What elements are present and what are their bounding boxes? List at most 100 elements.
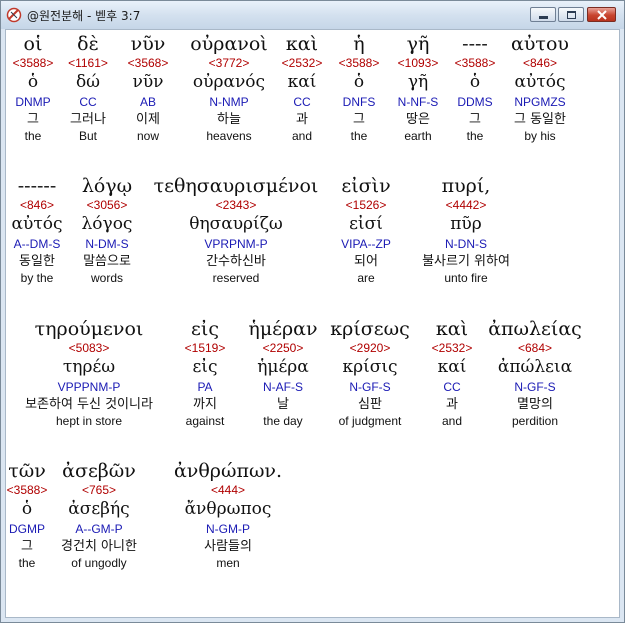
word-cell[interactable]: καὶ <2532> καί CC 과 and bbox=[282, 32, 323, 144]
word-cell[interactable]: δὲ <1161> δώ CC 그러나 But bbox=[68, 32, 108, 144]
korean-gloss: 날 bbox=[277, 397, 289, 412]
parsing-code: CC bbox=[79, 95, 97, 109]
word-cell[interactable]: ------ <846> αὐτός A--DM-S 동일한 by the bbox=[12, 174, 63, 286]
lemma: αὐτός bbox=[11, 214, 63, 234]
korean-gloss: 그 bbox=[353, 112, 365, 127]
parsing-code: N-DN-S bbox=[444, 237, 487, 251]
greek-word: τῶν bbox=[8, 460, 46, 482]
parsing-code: CC bbox=[443, 380, 461, 394]
close-button[interactable] bbox=[587, 7, 616, 22]
word-cell[interactable]: τηρούμενοι <5083> τηρέω VPPPNM-P 보존하여 두신 것이니… bbox=[25, 317, 153, 429]
greek-word: λόγῳ bbox=[81, 175, 133, 197]
greek-word: ἡμέραν bbox=[248, 318, 318, 340]
korean-gloss: 까지 bbox=[193, 397, 217, 412]
strong-number: <3588> bbox=[454, 56, 496, 70]
lemma: καί bbox=[437, 357, 467, 377]
korean-gloss: 사람들의 bbox=[204, 539, 252, 554]
word-cell[interactable]: εἰς <1519> εἰς PA 까지 against bbox=[185, 317, 226, 429]
title-bar[interactable]: @원전분해 - 벧후 3:7 bbox=[1, 1, 624, 29]
word-cell[interactable]: ἡμέραν <2250> ἡμέρα N-AF-S 날 the day bbox=[248, 317, 317, 429]
lemma: εἰς bbox=[192, 357, 218, 377]
strong-number: <846> bbox=[522, 56, 558, 70]
greek-word: νῦν bbox=[130, 33, 166, 55]
word-cell[interactable]: κρίσεως <2920> κρίσις N-GF-S 심판 of judgment bbox=[330, 317, 409, 429]
english-gloss: the bbox=[466, 129, 484, 143]
parsing-code: DDMS bbox=[457, 95, 493, 109]
word-cell[interactable]: οὐρανοὶ <3772> οὐρανός N-NMP 하늘 heavens bbox=[190, 32, 267, 144]
english-gloss: against bbox=[185, 414, 225, 428]
strong-number: <3588> bbox=[12, 56, 54, 70]
strong-number: <1519> bbox=[184, 341, 226, 355]
lemma: ἀσεβής bbox=[68, 499, 130, 519]
strong-number: <4442> bbox=[445, 198, 487, 212]
korean-gloss: 그 bbox=[27, 112, 39, 127]
strong-number: <3568> bbox=[127, 56, 169, 70]
english-gloss: of ungodly bbox=[71, 556, 127, 570]
strong-number: <1526> bbox=[345, 198, 387, 212]
greek-word: ἡ bbox=[353, 33, 365, 55]
english-gloss: the bbox=[24, 129, 42, 143]
english-gloss: earth bbox=[404, 129, 432, 143]
strong-number: <2250> bbox=[262, 341, 304, 355]
word-cell[interactable]: πυρί, <4442> πῦρ N-DN-S 불사르기 위하여 unto fire bbox=[422, 174, 510, 286]
word-cell[interactable]: ἀνθρώπων. <444> ἄνθρωπος N-GM-P 사람들의 men bbox=[174, 459, 282, 571]
english-gloss: now bbox=[136, 129, 159, 143]
word-cell[interactable]: τῶν <3588> ὁ DGMP 그 the bbox=[7, 459, 48, 571]
lemma: γῆ bbox=[407, 72, 429, 92]
parsing-code: N-GF-S bbox=[514, 380, 556, 394]
word-cell[interactable]: οἱ <3588> ὁ DNMP 그 the bbox=[13, 32, 54, 144]
korean-gloss: 불사르기 위하여 bbox=[422, 254, 510, 269]
greek-word: καὶ bbox=[435, 318, 469, 340]
word-cell[interactable]: εἰσὶν <1526> εἰσί VIPA--ZP 되어 are bbox=[341, 174, 391, 286]
korean-gloss: 땅은 bbox=[406, 112, 430, 127]
parsing-code: N-GM-P bbox=[206, 522, 250, 536]
maximize-button[interactable] bbox=[558, 7, 584, 22]
word-cell[interactable]: νῦν <3568> νῦν AB 이제 now bbox=[128, 32, 169, 144]
greek-word: ἀνθρώπων. bbox=[173, 460, 283, 482]
minimize-button[interactable] bbox=[530, 7, 556, 22]
english-gloss: the day bbox=[263, 414, 303, 428]
word-cell[interactable]: τεθησαυρισμένοι <2343> θησαυρίζω VPRPNM-P 간수… bbox=[154, 174, 319, 286]
greek-word: γῆ bbox=[406, 33, 430, 55]
english-gloss: the bbox=[18, 556, 36, 570]
parsing-code: A--GM-P bbox=[75, 522, 123, 536]
greek-word: εἰσὶν bbox=[341, 175, 391, 197]
english-gloss: hept in store bbox=[55, 414, 123, 428]
lemma: νῦν bbox=[132, 72, 164, 92]
lemma: ἀπώλεια bbox=[497, 357, 573, 377]
word-cell[interactable]: ἡ <3588> ὁ DNFS 그 the bbox=[339, 32, 380, 144]
word-cell[interactable]: γῆ <1093> γῆ N-NF-S 땅은 earth bbox=[398, 32, 439, 144]
strong-number: <765> bbox=[81, 483, 117, 497]
strong-number: <1161> bbox=[68, 56, 108, 70]
strong-number: <2532> bbox=[431, 341, 473, 355]
english-gloss: are bbox=[357, 271, 375, 285]
interlinear-panel[interactable]: οἱ <3588> ὁ DNMP 그 the δὲ <1161> δώ CC 그러나 But νῦν <3… bbox=[5, 29, 620, 618]
word-cell[interactable]: ἀπωλείας <684> ἀπώλεια N-GF-S 멸망의 perdition bbox=[488, 317, 582, 429]
greek-word: αὐτου bbox=[511, 33, 569, 55]
greek-word: τηρούμενοι bbox=[34, 318, 144, 340]
english-gloss: and bbox=[441, 414, 463, 428]
greek-word: ἀσεβῶν bbox=[62, 460, 136, 482]
parsing-code: N-DM-S bbox=[85, 237, 129, 251]
app-icon bbox=[6, 7, 22, 23]
lemma: πῦρ bbox=[450, 214, 482, 234]
parsing-code: VIPA--ZP bbox=[341, 237, 391, 251]
strong-number: <3772> bbox=[208, 56, 250, 70]
strong-number: <3588> bbox=[6, 483, 48, 497]
lemma: εἰσί bbox=[349, 214, 383, 234]
parsing-code: N-GF-S bbox=[349, 380, 391, 394]
lemma: αὐτός bbox=[514, 72, 566, 92]
word-cell[interactable]: λόγῳ <3056> λόγος N-DM-S 말씀으로 words bbox=[82, 174, 133, 286]
parsing-code: DNFS bbox=[342, 95, 376, 109]
word-cell[interactable]: ἀσεβῶν <765> ἀσεβής A--GM-P 경건치 아니한 of ungodl… bbox=[61, 459, 137, 571]
word-cell[interactable]: αὐτου <846> αὐτός NPGMZS 그 동일한 by his bbox=[511, 32, 569, 144]
word-cell[interactable]: ---- <3588> ὁ DDMS 그 the bbox=[455, 32, 496, 144]
greek-word: κρίσεως bbox=[330, 318, 410, 340]
lemma: δώ bbox=[75, 72, 101, 92]
strong-number: <2920> bbox=[349, 341, 391, 355]
korean-gloss: 과 bbox=[296, 112, 308, 127]
english-gloss: of judgment bbox=[338, 414, 402, 428]
word-cell[interactable]: καὶ <2532> καί CC 과 and bbox=[432, 317, 473, 429]
lemma: τηρέω bbox=[62, 357, 116, 377]
korean-gloss: 경건치 아니한 bbox=[61, 539, 137, 554]
